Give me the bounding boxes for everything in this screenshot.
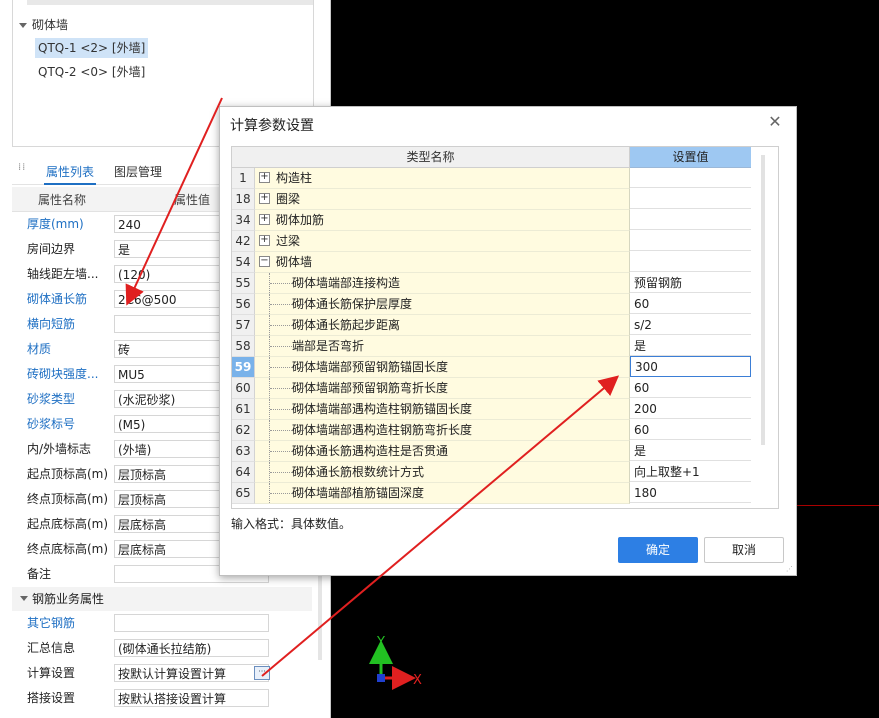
axis-origin xyxy=(377,674,385,682)
annotation-overlay: Y X xyxy=(125,97,620,690)
annotation-arrow-1 xyxy=(125,97,223,306)
annotation-arrow-2 xyxy=(261,375,620,677)
y-axis-label: Y xyxy=(376,635,385,650)
x-axis-label: X xyxy=(413,673,422,688)
